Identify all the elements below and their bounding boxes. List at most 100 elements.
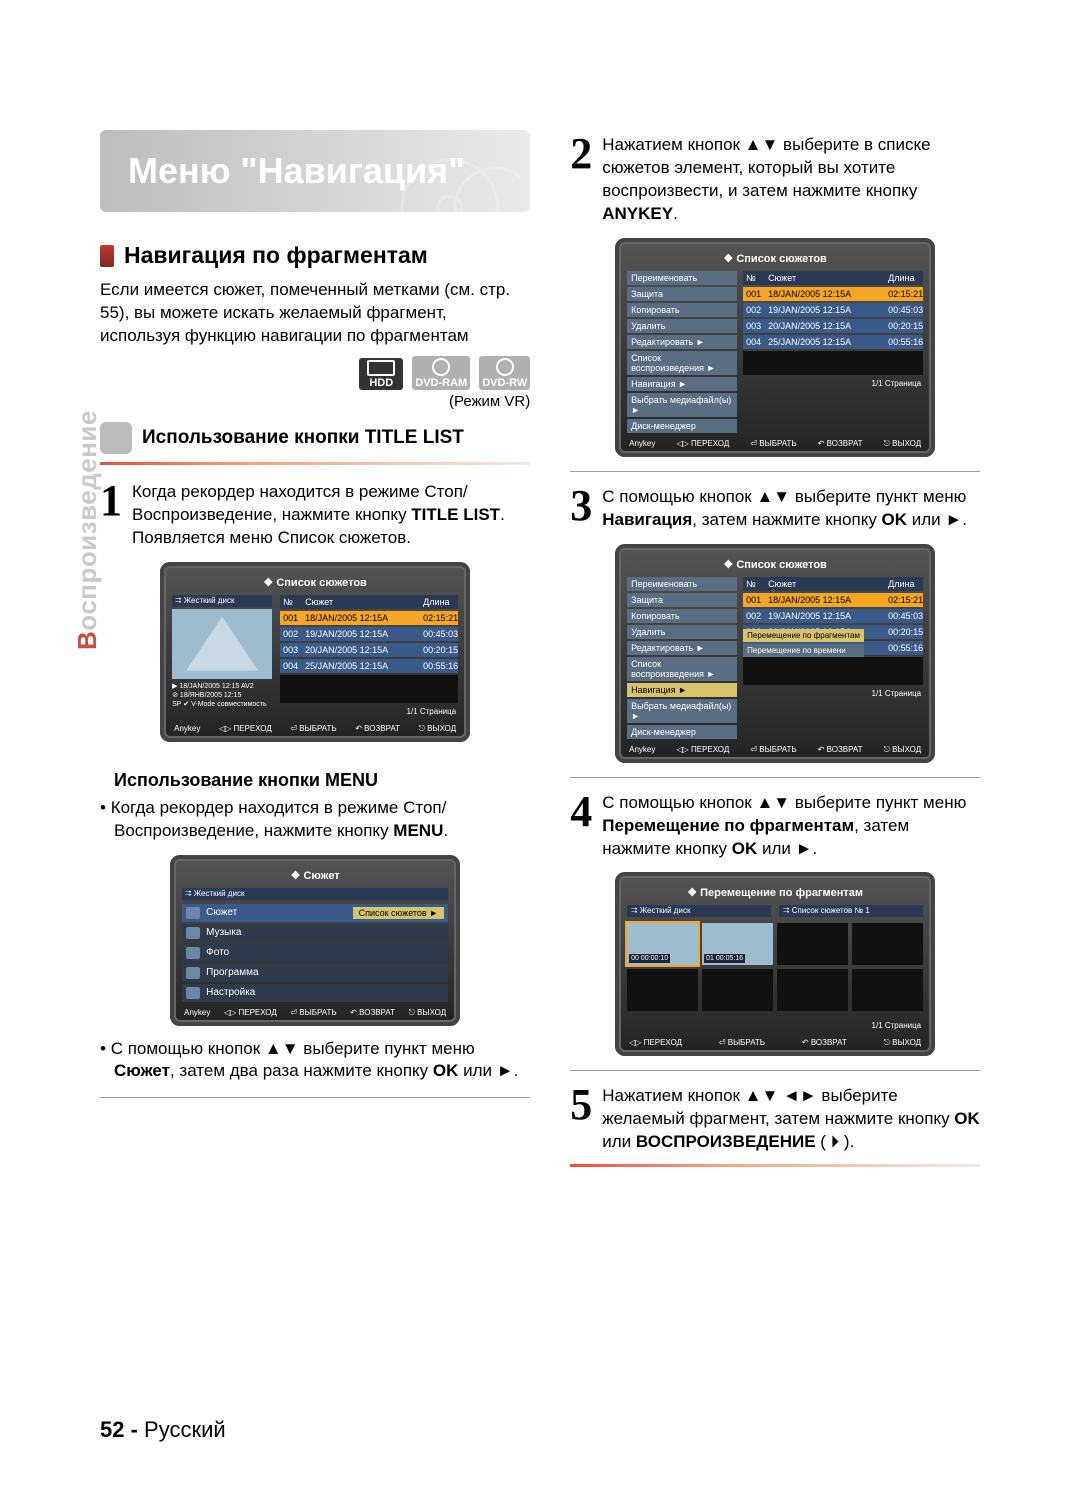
music-icon	[186, 927, 200, 939]
page-title-banner: Меню "Навигация"	[100, 130, 530, 212]
osd-source: ⮆ Жесткий диск	[182, 888, 448, 900]
badge-hdd: HDD	[359, 358, 403, 390]
osd-source: ⮆ Жесткий диск	[627, 905, 771, 917]
table-row[interactable]: 00118/JAN/2005 12:15A02:15:21	[743, 593, 923, 607]
table-row[interactable]: 00219/JAN/2005 12:15A00:45:03	[280, 627, 458, 641]
context-item[interactable]: Редактировать ►	[627, 641, 737, 655]
badge-dvdram: DVD-RAM	[412, 356, 470, 390]
page-footer: 52 - Русский	[100, 1417, 226, 1443]
bullet-menu-1: Когда рекордер находится в режиме Стоп/ …	[114, 797, 530, 843]
divider	[100, 462, 530, 465]
intro-paragraph: Если имеется сюжет, помеченный метками (…	[100, 279, 530, 348]
menu-item-program[interactable]: Программа	[182, 964, 448, 982]
context-item[interactable]: Защита	[627, 593, 737, 607]
context-item[interactable]: Защита	[627, 287, 737, 301]
table-row[interactable]: 00320/JAN/2005 12:15A00:20:15	[743, 319, 923, 333]
menu-item-title[interactable]: Сюжет Список сюжетов ►	[182, 904, 448, 922]
context-item[interactable]: Копировать	[627, 609, 737, 623]
screenshot-main-menu: ❖ Сюжет ⮆ Жесткий диск Сюжет Список сюже…	[170, 855, 460, 1026]
table-row[interactable]: 00118/JAN/2005 12:15A02:15:21	[280, 611, 458, 625]
scene-cell[interactable]: 01 00:05:16	[702, 923, 773, 965]
step-number: 3	[570, 486, 592, 532]
step-4: 4 С помощью кнопок ▲▼ выберите пункт мен…	[570, 792, 980, 861]
table-header: №СюжетДлина	[280, 595, 458, 609]
osd-footer: Anykey◁▷ ПЕРЕХОД⏎ ВЫБРАТЬ↶ ВОЗВРАТ⎋ ВЫХО…	[627, 435, 923, 449]
page-number: 52 -	[100, 1417, 138, 1442]
table-row[interactable]: 00320/JAN/2005 12:15A00:20:15	[280, 643, 458, 657]
context-item[interactable]: Выбрать медиафайл(ы) ►	[627, 393, 737, 417]
table-row[interactable]: 00425/JAN/2005 12:15A00:55:16	[743, 335, 923, 349]
context-item[interactable]: Список воспроизведения ►	[627, 351, 737, 375]
context-item[interactable]: Диск-менеджер	[627, 419, 737, 433]
table-row[interactable]: 00425/JAN/2005 12:15A00:55:16	[280, 659, 458, 673]
scene-cell[interactable]: 00 00:00:10	[627, 923, 698, 965]
context-menu: Переименовать Защита Копировать Удалить …	[627, 577, 737, 741]
osd-title: ❖ Сюжет	[182, 865, 448, 888]
context-item[interactable]: Удалить	[627, 625, 737, 639]
title-icon	[186, 907, 200, 919]
page-indicator: 1/1 Страница	[280, 703, 458, 720]
menu-item-photo[interactable]: Фото	[182, 944, 448, 962]
program-icon	[186, 967, 200, 979]
divider	[100, 1097, 530, 1098]
page-language: Русский	[138, 1417, 226, 1442]
scene-cell[interactable]	[852, 969, 923, 1011]
side-tab-label: Воспроизведение	[72, 410, 103, 650]
submenu-scene-nav[interactable]: Перемещение по фрагментам	[743, 629, 864, 642]
menu-item-music[interactable]: Музыка	[182, 924, 448, 942]
title-thumbnail	[172, 609, 272, 679]
screenshot-navigation-menu: ❖ Список сюжетов Переименовать Защита Ко…	[615, 544, 935, 763]
osd-title: ❖ Список сюжетов	[172, 572, 458, 595]
step-1-text: Когда рекордер находится в режиме Стоп/В…	[132, 481, 530, 550]
step-3: 3 С помощью кнопок ▲▼ выберите пункт мен…	[570, 486, 980, 532]
bullet-menu-2: С помощью кнопок ▲▼ выберите пункт меню …	[114, 1038, 530, 1084]
scene-cell[interactable]	[702, 969, 773, 1011]
step-2-text: Нажатием кнопок ▲▼ выберите в списке сюж…	[602, 134, 980, 226]
side-tab-rest: оспроизведение	[72, 410, 102, 631]
scene-cell[interactable]	[852, 923, 923, 965]
context-item[interactable]: Выбрать медиафайл(ы) ►	[627, 699, 737, 723]
photo-icon	[186, 947, 200, 959]
divider	[570, 777, 980, 778]
title-info: ▶ 18/JAN/2005 12:15 AV2 ⊘ 18/ЯНВ/2005 12…	[172, 682, 272, 709]
osd-footer: Anykey◁▷ ПЕРЕХОД⏎ ВЫБРАТЬ↶ ВОЗВРАТ⎋ ВЫХО…	[627, 741, 923, 755]
context-item[interactable]: Копировать	[627, 303, 737, 317]
step-5-text: Нажатием кнопок ▲▼ ◄► выберите желаемый …	[602, 1085, 980, 1154]
context-item[interactable]: Навигация ►	[627, 377, 737, 391]
context-item[interactable]: Удалить	[627, 319, 737, 333]
context-item[interactable]: Диск-менеджер	[627, 725, 737, 739]
title-list-table: №СюжетДлина 00118/JAN/2005 12:15A02:15:2…	[743, 271, 923, 435]
divider	[570, 1164, 980, 1167]
scene-cell[interactable]	[627, 969, 698, 1011]
gear-icon	[186, 987, 200, 999]
step-1: 1 Когда рекордер находится в режиме Стоп…	[100, 481, 530, 550]
table-row[interactable]: 00219/JAN/2005 12:15A00:45:03	[743, 303, 923, 317]
osd-footer: Anykey◁▷ ПЕРЕХОД⏎ ВЫБРАТЬ↶ ВОЗВРАТ⎋ ВЫХО…	[172, 720, 458, 734]
media-badges: HDD DVD-RAM DVD-RW	[100, 356, 530, 391]
table-row[interactable]: 00118/JAN/2005 12:15A02:15:21	[743, 287, 923, 301]
context-item[interactable]: Переименовать	[627, 271, 737, 285]
scene-cell[interactable]	[777, 923, 848, 965]
badge-dvdrw: DVD-RW	[479, 356, 530, 390]
context-item[interactable]: Редактировать ►	[627, 335, 737, 349]
context-item-navigation[interactable]: Навигация ►	[627, 683, 737, 697]
step-5: 5 Нажатием кнопок ▲▼ ◄► выберите желаемы…	[570, 1085, 980, 1154]
osd-footer: ◁▷ ПЕРЕХОД⏎ ВЫБРАТЬ↶ ВОЗВРАТ⎋ ВЫХОД	[627, 1034, 923, 1048]
section-heading-text: Навигация по фрагментам	[124, 242, 428, 269]
mode-note: (Режим VR)	[100, 393, 530, 410]
context-menu: Переименовать Защита Копировать Удалить …	[627, 271, 737, 435]
context-item[interactable]: Переименовать	[627, 577, 737, 591]
step-number: 4	[570, 792, 592, 861]
scene-cell[interactable]	[777, 969, 848, 1011]
scene-grid: 00 00:00:10 01 00:05:16	[627, 923, 923, 1011]
step-number: 2	[570, 134, 592, 226]
osd-footer: Anykey◁▷ ПЕРЕХОД⏎ ВЫБРАТЬ↶ ВОЗВРАТ⎋ ВЫХО…	[182, 1004, 448, 1018]
subsection-menu: Использование кнопки MENU	[114, 770, 530, 791]
disc-art-icon	[400, 158, 520, 218]
osd-source: ⮆ Жесткий диск	[172, 595, 272, 607]
context-item[interactable]: Список воспроизведения ►	[627, 657, 737, 681]
menu-item-setup[interactable]: Настройка	[182, 984, 448, 1002]
screenshot-scene-navigation: ❖ Перемещение по фрагментам ⮆ Жесткий ди…	[615, 872, 935, 1056]
table-row[interactable]: 00219/JAN/2005 12:15A00:45:03	[743, 609, 923, 623]
submenu-time-nav[interactable]: Перемещение по времени	[743, 644, 864, 657]
